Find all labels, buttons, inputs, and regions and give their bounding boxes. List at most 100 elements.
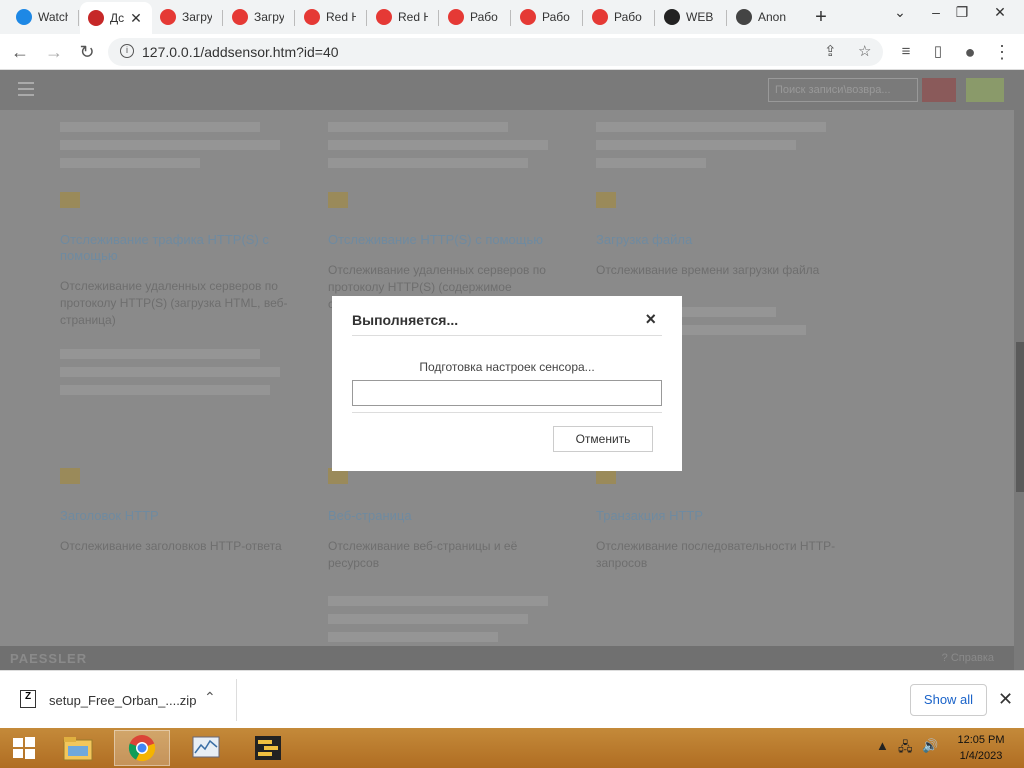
prtg-gauge-icon (160, 9, 176, 25)
ok-badge[interactable] (966, 78, 1004, 102)
close-icon[interactable]: × (645, 309, 656, 330)
prtg-gauge-icon (232, 9, 248, 25)
clock[interactable]: 12:05 PM 1/4/2023 (946, 732, 1016, 764)
dialog-message: Подготовка настроек сенсора... (419, 360, 595, 374)
card-top-right (596, 122, 836, 168)
windows-start-icon[interactable] (0, 730, 48, 766)
tab-separator (294, 10, 295, 26)
app-icon[interactable] (240, 730, 296, 766)
card-top-left (60, 122, 300, 168)
cancel-button[interactable]: Отменить (553, 426, 653, 452)
back-button[interactable]: ← (8, 40, 32, 64)
tab-title: Watch (38, 10, 68, 24)
clock-time: 12:05 PM (957, 734, 1005, 746)
card-top-mid (328, 122, 568, 168)
browser-tab[interactable]: Red H (368, 4, 440, 30)
divider (236, 679, 237, 721)
media-icon[interactable]: ≡ (894, 40, 918, 64)
eye-icon (664, 9, 680, 25)
tab-title: Рабо (542, 10, 570, 24)
network-icon[interactable]: 🖧 (898, 738, 913, 760)
prtg-gauge-icon (448, 9, 464, 25)
browser-tab[interactable]: Red H (296, 4, 368, 30)
browser-tab[interactable]: Рабо (440, 4, 512, 30)
help-link[interactable]: ? Справка (942, 652, 994, 664)
url-text[interactable]: 127.0.0.1/addsensor.htm?id=40 (142, 44, 339, 60)
tab-separator (726, 10, 727, 26)
sensor-card[interactable]: Транзакция HTTP Отслеживание последовате… (596, 468, 836, 572)
paessler-logo: PAESSLER (10, 651, 88, 666)
minimize-button[interactable]: – (924, 4, 948, 20)
zip-file-icon: Z (20, 690, 36, 708)
bookmark-star-icon[interactable]: ☆ (858, 42, 871, 60)
tab-separator (510, 10, 511, 26)
sensor-card-title[interactable]: Отслеживание HTTP(S) с помощью (328, 232, 568, 248)
browser-tab[interactable]: Watch (8, 4, 80, 30)
search-input[interactable]: Поиск записи\возвра... (768, 78, 918, 102)
divider (352, 412, 662, 413)
tab-title: Загру (254, 10, 284, 24)
chrome-icon[interactable] (114, 730, 170, 766)
sensor-card-desc: Отслеживание последовательности HTTP-зап… (596, 539, 836, 570)
sensor-card-title[interactable]: Заголовок HTTP (60, 508, 300, 524)
scrollbar-thumb[interactable] (1016, 342, 1024, 492)
sensor-icon (596, 192, 616, 208)
close-icon[interactable]: ✕ (998, 689, 1013, 710)
sensor-card[interactable]: Веб-страница Отслеживание веб-страницы и… (328, 468, 568, 642)
tab-title: Дс (110, 11, 125, 25)
sensor-icon (60, 192, 80, 208)
chevron-down-icon[interactable]: ⌄ (888, 4, 912, 21)
chevron-up-icon[interactable]: ⌃ (204, 689, 216, 706)
tab-close-icon[interactable]: ✕ (130, 10, 142, 27)
browser-tab[interactable]: Загру (152, 4, 224, 30)
sensor-icon (60, 468, 80, 484)
site-info-icon[interactable]: i (120, 44, 134, 58)
sensor-card[interactable]: Заголовок HTTP Отслеживание заголовков H… (60, 468, 300, 555)
tab-title: Загру (182, 10, 212, 24)
restore-button[interactable]: ❐ (950, 4, 974, 21)
address-bar[interactable]: i 127.0.0.1/addsensor.htm?id=40 ⇪ ☆ (108, 38, 883, 66)
browser-tab[interactable]: WEB (656, 4, 728, 30)
alarms-badge[interactable] (922, 78, 956, 102)
browser-tab[interactable]: Рабо (584, 4, 656, 30)
forward-button[interactable]: → (42, 40, 66, 64)
profile-icon[interactable]: ● (958, 40, 982, 64)
sensor-card-title[interactable]: Загрузка файла (596, 232, 836, 248)
browser-tab[interactable]: Загру (224, 4, 296, 30)
reload-button[interactable]: ↻ (75, 40, 99, 64)
volume-icon[interactable]: 🔊 (922, 738, 938, 754)
sensor-card-title[interactable]: Веб-страница (328, 508, 568, 524)
tab-title: Red H (326, 10, 356, 24)
tab-title: Рабо (614, 10, 642, 24)
tab-separator (222, 10, 223, 26)
new-tab-button[interactable]: + (810, 6, 832, 29)
browser-tab[interactable]: Anon (728, 4, 800, 30)
side-panel-icon[interactable]: ▯ (926, 40, 950, 64)
hamburger-menu-icon[interactable] (18, 82, 34, 96)
tray-expand-icon[interactable]: ▲ (876, 738, 889, 753)
monitor-app-icon[interactable] (178, 730, 234, 766)
tab-separator (366, 10, 367, 26)
prtg-icon (88, 10, 104, 26)
tab-title: WEB (686, 10, 714, 24)
browser-tab[interactable]: Рабо (512, 4, 584, 30)
download-filename[interactable]: setup_Free_Orban_....zip (49, 693, 196, 708)
sensor-card[interactable]: Отслеживание HTTP(S) с помощью Отслежива… (328, 192, 568, 313)
sensor-card-desc: Отслеживание удаленных серверов по прото… (60, 279, 288, 327)
file-explorer-icon[interactable] (50, 730, 106, 766)
windows-taskbar: ▲ 🖧 🔊 12:05 PM 1/4/2023 (0, 728, 1024, 768)
menu-kebab-icon[interactable]: ⋮ (990, 40, 1014, 64)
dialog-title: Выполняется... (352, 312, 459, 328)
share-icon[interactable]: ⇪ (824, 42, 837, 60)
clock-date: 1/4/2023 (959, 750, 1003, 762)
sensor-card-title[interactable]: Отслеживание трафика HTTP(S) с помощью (60, 232, 300, 264)
divider (352, 335, 662, 336)
show-all-button[interactable]: Show all (910, 684, 987, 716)
page-header: Поиск записи\возвра... (0, 70, 1014, 110)
sensor-card-title[interactable]: Транзакция HTTP (596, 508, 836, 524)
youtube-icon (16, 9, 32, 25)
sensor-card[interactable]: Отслеживание трафика HTTP(S) с помощью О… (60, 192, 300, 395)
close-window-button[interactable]: ✕ (988, 4, 1012, 21)
prtg-gauge-icon (304, 9, 320, 25)
browser-tab[interactable]: Дс ✕ (80, 2, 152, 34)
